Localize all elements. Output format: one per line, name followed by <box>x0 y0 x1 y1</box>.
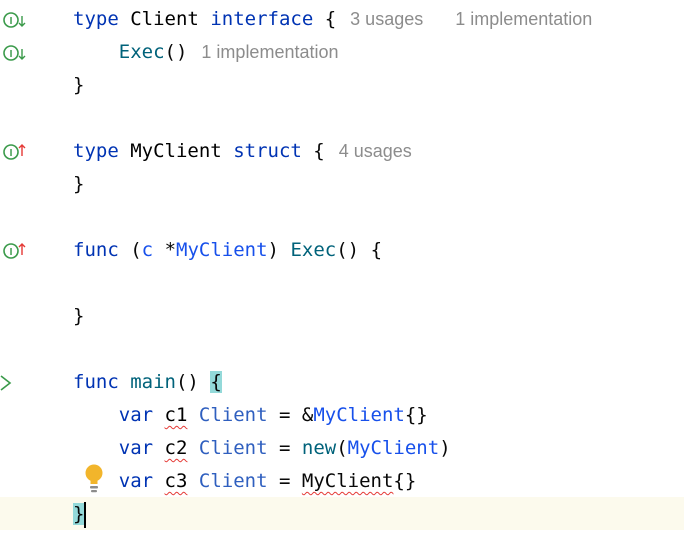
editor-gutter: I I I I <box>0 0 70 557</box>
code-line-10[interactable]: } <box>73 300 84 333</box>
code-line-14[interactable]: var c2 Client = new(MyClient) <box>73 432 451 465</box>
interface-method-implemented-icon[interactable]: I <box>2 43 28 63</box>
implements-interface-icon[interactable]: I <box>2 142 28 162</box>
caret-line-highlight <box>0 497 684 530</box>
svg-text:I: I <box>10 247 13 258</box>
interface-implemented-icon[interactable]: I <box>2 10 28 30</box>
code-line-13[interactable]: var c1 Client = &MyClient{} <box>73 399 428 432</box>
code-line-6[interactable]: } <box>73 168 84 201</box>
usages-hint[interactable]: 3 usages <box>350 9 423 29</box>
code-line-5[interactable]: type MyClient struct {4 usages <box>73 135 412 168</box>
implementations-hint[interactable]: 1 implementation <box>455 9 592 29</box>
usages-hint[interactable]: 4 usages <box>339 141 412 161</box>
code-line-2[interactable]: Exec() 1 implementation <box>73 36 339 69</box>
code-line-15[interactable]: var c3 Client = MyClient{} <box>73 465 417 498</box>
code-line-16[interactable]: } <box>73 498 87 531</box>
svg-text:I: I <box>10 16 13 27</box>
svg-text:I: I <box>10 49 13 60</box>
run-gutter-icon[interactable] <box>0 375 12 391</box>
code-line-8[interactable]: func (c *MyClient) Exec() { <box>73 234 382 267</box>
text-caret <box>84 501 87 528</box>
code-line-12[interactable]: func main() { <box>73 366 222 399</box>
matched-brace: { <box>210 371 222 393</box>
svg-text:I: I <box>10 148 13 159</box>
code-line-3[interactable]: } <box>73 69 84 102</box>
matched-brace: } <box>73 503 85 525</box>
code-editor[interactable]: I I I I type Client interface {3 usages 1… <box>0 0 684 557</box>
implementations-hint[interactable]: 1 implementation <box>201 42 338 62</box>
code-line-1[interactable]: type Client interface {3 usages 1 impleme… <box>73 3 592 36</box>
implements-method-icon[interactable]: I <box>2 241 28 261</box>
